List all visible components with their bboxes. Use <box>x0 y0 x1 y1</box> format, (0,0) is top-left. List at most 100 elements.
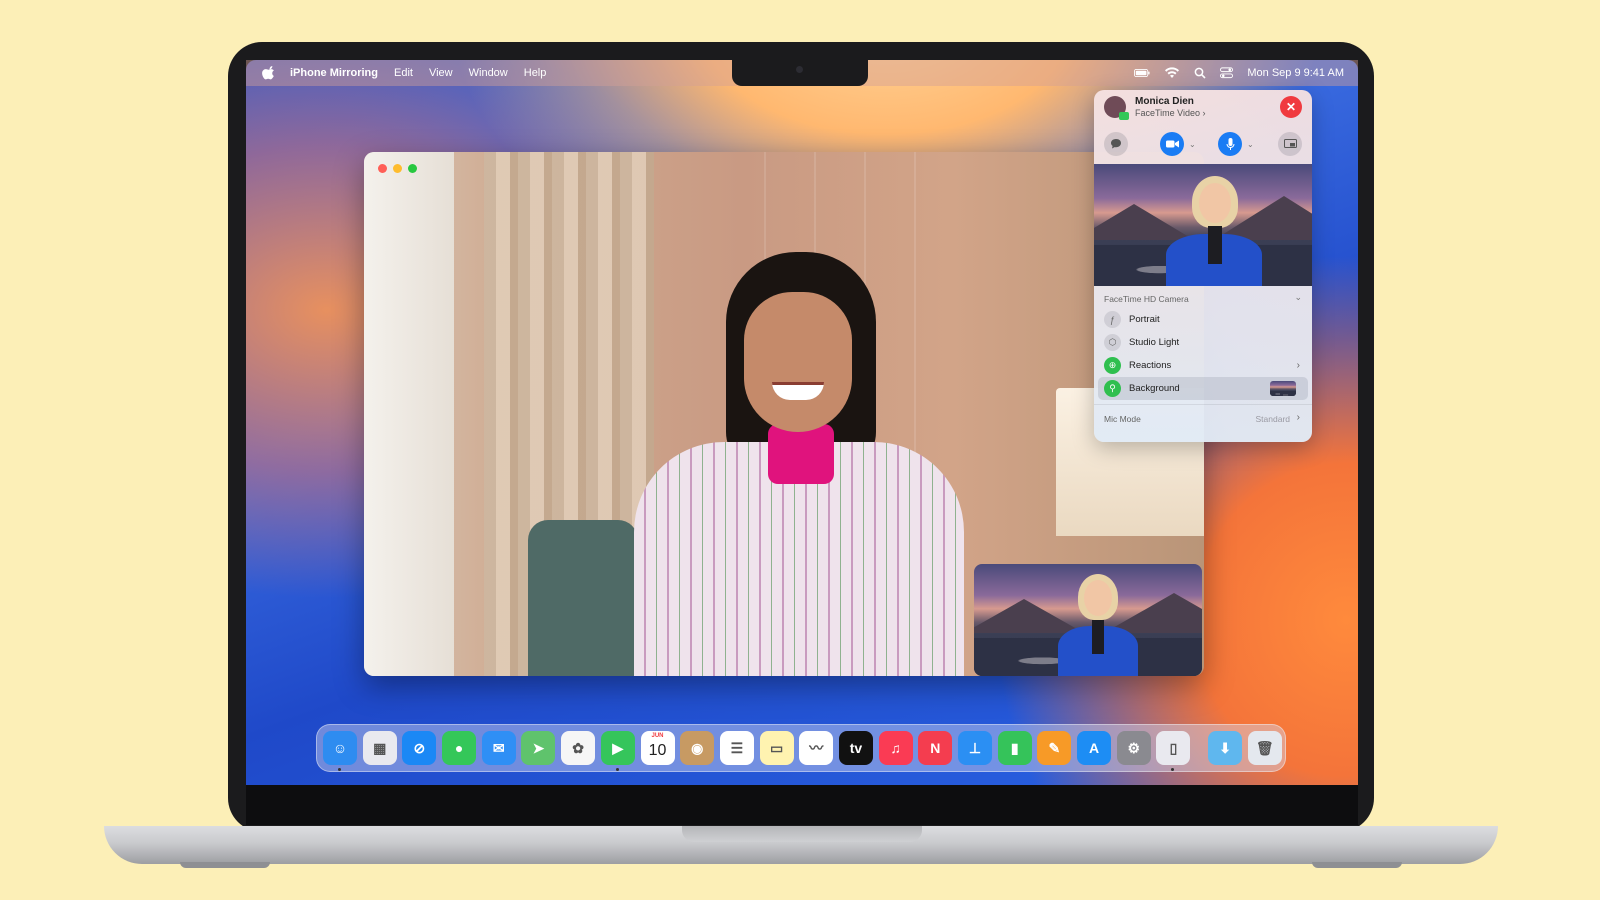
camera-dot <box>796 66 803 73</box>
running-indicator <box>1171 768 1175 771</box>
dock-glyph: ☺ <box>332 740 348 756</box>
chevron-right-icon: › <box>1202 108 1206 118</box>
pages-icon[interactable]: ✎ <box>1037 731 1072 765</box>
facetime-icon[interactable]: ▶ <box>600 731 635 771</box>
dock: ☺ ▦ ⊘ ● ✉ ➤ ✿ ▶ JUN 10 ◉ ☰ ▭ 〰 tv ♫ N ⊥ ▮ ✎ A ⚙ ▯ ⬇ 🗑 <box>316 724 1286 772</box>
calendar-month: JUN <box>651 733 664 739</box>
menu-clock[interactable]: Mon Sep 9 9:41 AM <box>1247 67 1344 79</box>
chevron-right-icon: › <box>1296 360 1300 371</box>
numbers-icon[interactable]: ▮ <box>997 731 1032 765</box>
background-thumbnail[interactable] <box>1270 381 1296 396</box>
effect-row-background[interactable]: ⚲ Background <box>1098 377 1308 400</box>
dock-glyph: ➤ <box>532 739 545 756</box>
dock-glyph: ☰ <box>730 739 744 756</box>
dock-glyph: ⚙ <box>1127 739 1141 756</box>
dock-glyph: ▶ <box>612 739 624 756</box>
chat-bubble-icon <box>1111 139 1121 149</box>
dock-glyph: ▮ <box>1010 739 1019 756</box>
menu-app-name[interactable]: iPhone Mirroring <box>290 67 378 79</box>
effect-label: Portrait <box>1129 314 1160 325</box>
microphone-icon <box>1226 137 1234 150</box>
downloads-folder-icon[interactable]: ⬇ <box>1208 731 1243 765</box>
dock-glyph: ✿ <box>572 739 584 756</box>
laptop-foot-right <box>1312 862 1402 868</box>
menu-window[interactable]: Window <box>469 67 508 79</box>
share-screen-button[interactable] <box>1278 132 1302 156</box>
dock-glyph: A <box>1089 740 1100 756</box>
reminders-icon[interactable]: ☰ <box>719 731 754 765</box>
trash-icon[interactable]: 🗑 <box>1247 731 1282 765</box>
video-camera-icon <box>1165 140 1179 148</box>
end-call-button[interactable]: ✕ <box>1280 96 1302 118</box>
messages-button[interactable] <box>1104 132 1128 156</box>
facetime-badge-icon <box>1119 112 1129 120</box>
wifi-icon[interactable] <box>1164 67 1180 79</box>
running-indicator <box>338 768 341 771</box>
finder-icon[interactable]: ☺ <box>323 731 357 771</box>
safari-icon[interactable]: ⊘ <box>402 731 437 765</box>
minimize-window-button[interactable] <box>393 164 402 173</box>
spotlight-search-icon[interactable] <box>1194 67 1206 79</box>
zoom-window-button[interactable] <box>408 164 417 173</box>
microphone-options-chevron-icon[interactable]: ⌄ <box>1247 140 1254 149</box>
gear-icon[interactable]: ⚙ <box>1116 731 1151 765</box>
display-bezel-bottom <box>246 785 1358 825</box>
camera-toggle-button[interactable] <box>1160 132 1184 156</box>
cube-icon: ⬡ <box>1104 334 1121 351</box>
dock-glyph: ♫ <box>890 740 901 756</box>
contacts-icon[interactable]: ◉ <box>680 731 715 765</box>
news-icon[interactable]: N <box>918 731 953 765</box>
camera-options-chevron-icon[interactable]: ⌄ <box>1189 140 1196 149</box>
mail-icon[interactable]: ✉ <box>481 731 516 765</box>
calendar-day: 10 <box>648 742 667 759</box>
call-type[interactable]: FaceTime Video › <box>1135 108 1206 118</box>
effect-row-reactions[interactable]: ⊕ Reactions › <box>1094 354 1312 377</box>
video-effects-panel: Monica Dien FaceTime Video › ✕ ⌄ ⌄ FaceT… <box>1094 90 1312 442</box>
dock-glyph: ▦ <box>373 739 387 756</box>
running-indicator <box>615 768 619 771</box>
menu-edit[interactable]: Edit <box>394 67 413 79</box>
music-icon[interactable]: ♫ <box>878 731 913 765</box>
dock-glyph: N <box>930 740 941 756</box>
dock-glyph: ⬇ <box>1219 739 1231 756</box>
messages-icon[interactable]: ● <box>442 731 477 765</box>
mic-mode-label: Mic Mode <box>1104 414 1141 424</box>
dock-glyph: ▭ <box>769 739 784 756</box>
effect-row-portrait[interactable]: ƒ Portrait <box>1094 308 1312 331</box>
effect-label: Studio Light <box>1129 337 1180 348</box>
effect-label: Reactions <box>1129 360 1172 371</box>
menu-help[interactable]: Help <box>524 67 547 79</box>
maps-icon[interactable]: ➤ <box>521 731 556 765</box>
microphone-toggle-button[interactable] <box>1218 132 1242 156</box>
battery-icon[interactable] <box>1134 67 1150 79</box>
window-frame-background <box>364 152 454 676</box>
dock-glyph: 🗑 <box>1255 739 1274 756</box>
apple-menu-icon[interactable] <box>262 66 276 80</box>
self-view-pip[interactable] <box>974 564 1202 676</box>
call-controls: ⌄ ⌄ <box>1094 124 1312 164</box>
calendar-icon[interactable]: JUN 10 <box>640 731 675 765</box>
dock-glyph: ● <box>454 740 464 756</box>
camera-source-label: FaceTime HD Camera <box>1104 294 1189 304</box>
chevron-down-icon: ⌄ <box>1294 292 1302 302</box>
camera-source-header[interactable]: FaceTime HD Camera ⌄ <box>1094 286 1312 308</box>
mic-mode-row[interactable]: Mic Mode Standard › <box>1094 404 1312 432</box>
mic-mode-value: Standard <box>1255 414 1291 424</box>
control-center-icon[interactable] <box>1220 67 1234 79</box>
dock-glyph: 〰 <box>809 740 824 756</box>
menu-view[interactable]: View <box>429 67 453 79</box>
dock-glyph: tv <box>849 740 863 756</box>
close-window-button[interactable] <box>378 164 387 173</box>
app-store-icon[interactable]: A <box>1077 731 1112 765</box>
freeform-icon[interactable]: 〰 <box>799 731 834 765</box>
dock-glyph: ✉ <box>492 739 505 756</box>
keynote-icon[interactable]: ⊥ <box>958 731 992 765</box>
photos-icon[interactable]: ✿ <box>561 731 596 765</box>
notes-icon[interactable]: ▭ <box>759 731 794 765</box>
camera-preview <box>1094 164 1312 286</box>
tv-icon[interactable]: tv <box>838 731 873 765</box>
iphone-icon[interactable]: ▯ <box>1156 731 1191 771</box>
effect-row-studio-light[interactable]: ⬡ Studio Light <box>1094 331 1312 354</box>
menu-extras: Mon Sep 9 9:41 AM <box>1134 60 1344 86</box>
launchpad-icon[interactable]: ▦ <box>362 731 397 765</box>
